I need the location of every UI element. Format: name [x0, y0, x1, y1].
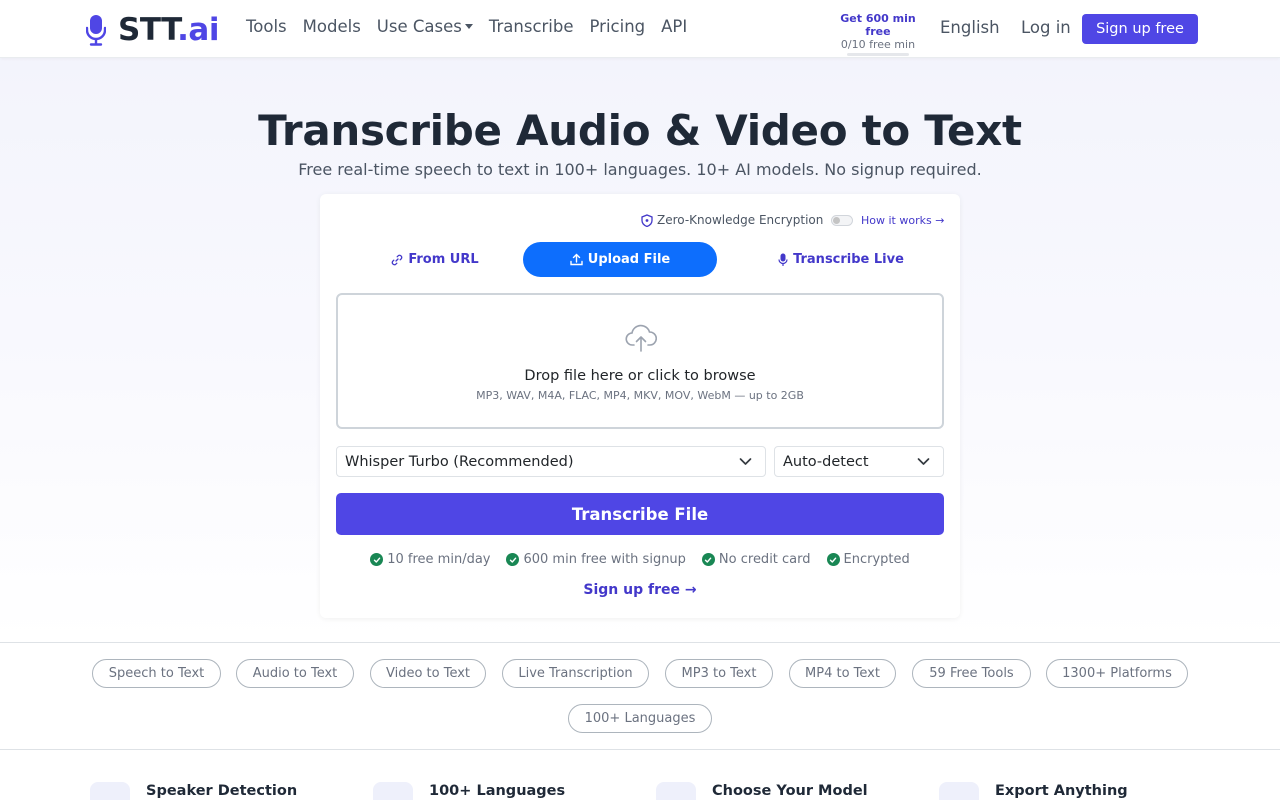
brand-name: STT.ai [118, 12, 219, 48]
feature-item: Encrypted [826, 552, 910, 567]
pill-live-transcription[interactable]: Live Transcription [502, 659, 649, 688]
cpu-icon [656, 782, 696, 800]
pill-free-tools[interactable]: 59 Free Tools [912, 659, 1031, 688]
file-drop-zone[interactable]: Drop file here or click to browse MP3, W… [336, 293, 944, 429]
signup-button[interactable]: Sign up free [1082, 14, 1198, 44]
nav-use-cases[interactable]: Use Cases [377, 17, 473, 36]
drop-zone-title: Drop file here or click to browse [524, 368, 756, 384]
feature-title: Export Anything [995, 783, 1128, 799]
nav-models[interactable]: Models [303, 17, 361, 36]
upload-icon [570, 253, 583, 266]
pill-speech-to-text[interactable]: Speech to Text [92, 659, 221, 688]
nav-transcribe[interactable]: Transcribe [489, 17, 574, 36]
main-nav: Tools Models Use Cases Transcribe Pricin… [246, 17, 703, 36]
feature-text: No credit card [718, 552, 811, 567]
pill-video-to-text[interactable]: Video to Text [370, 659, 486, 688]
encryption-setting: Zero-Knowledge Encryption [641, 213, 854, 227]
language-select[interactable]: Auto-detect [774, 446, 944, 477]
promo-usage: 0/10 free min [840, 38, 916, 51]
check-circle-icon [701, 553, 715, 566]
feature-checklist: 10 free min/day 600 min free with signup… [320, 552, 960, 567]
transcribe-file-button[interactable]: Transcribe File [336, 493, 944, 535]
login-link[interactable]: Log in [1021, 18, 1071, 37]
pill-mp3-to-text[interactable]: MP3 to Text [665, 659, 773, 688]
tab-upload-file[interactable]: Upload File [523, 242, 717, 277]
feature-title: 100+ Languages [429, 783, 566, 799]
microphone-icon [86, 15, 106, 46]
pill-audio-to-text[interactable]: Audio to Text [236, 659, 354, 688]
page-title: Transcribe Audio & Video to Text [258, 106, 1022, 155]
supported-formats: MP3, WAV, M4A, FLAC, MP4, MKV, MOV, WebM… [476, 389, 804, 402]
nav-tools[interactable]: Tools [246, 17, 287, 36]
tab-transcribe-live[interactable]: Transcribe Live [750, 242, 932, 277]
encryption-label: Zero-Knowledge Encryption [657, 213, 824, 227]
nav-api[interactable]: API [661, 17, 687, 36]
pill-languages[interactable]: 100+ Languages [568, 704, 712, 733]
feature-text: 600 min free with signup [523, 552, 686, 567]
link-icon [392, 254, 403, 265]
feature-item: 600 min free with signup [506, 552, 686, 567]
tab-transcribe-live-label: Transcribe Live [793, 252, 904, 267]
microphone-icon [778, 253, 788, 266]
signup-free-link[interactable]: Sign up free → [320, 582, 960, 598]
pill-platforms[interactable]: 1300+ Platforms [1046, 659, 1188, 688]
feature-title: Speaker Detection [146, 783, 298, 799]
check-circle-icon [370, 553, 384, 566]
pill-mp4-to-text[interactable]: MP4 to Text [789, 659, 896, 688]
feature-item: 10 free min/day [370, 552, 490, 567]
shield-icon [641, 213, 653, 227]
feature-item: No credit card [701, 552, 811, 567]
file-export-icon [939, 782, 979, 800]
encryption-toggle[interactable] [831, 214, 854, 226]
globe-icon [373, 782, 413, 800]
language-switcher[interactable]: English [940, 18, 1000, 37]
transcribe-card: Zero-Knowledge Encryption How it works →… [320, 194, 960, 618]
model-select-value: Whisper Turbo (Recommended) [345, 453, 574, 470]
tab-from-url[interactable]: From URL [350, 242, 520, 277]
chevron-down-icon [739, 458, 752, 465]
check-circle-icon [506, 553, 520, 566]
feature-text: 10 free min/day [387, 552, 491, 567]
users-icon [90, 782, 130, 800]
model-select[interactable]: Whisper Turbo (Recommended) [336, 446, 766, 477]
page-subtitle: Free real-time speech to text in 100+ la… [298, 160, 982, 179]
source-tabs: From URL Upload File Transcribe Live [320, 242, 960, 278]
nav-pricing[interactable]: Pricing [590, 17, 646, 36]
cloud-upload-icon [625, 324, 657, 352]
how-it-works-link[interactable]: How it works → [861, 214, 944, 227]
feature-title: Choose Your Model [712, 783, 868, 799]
tool-links-band: Speech to Text Audio to Text Video to Te… [0, 642, 1280, 750]
usage-progress-bar [847, 53, 909, 56]
feature-text: Encrypted [843, 552, 910, 567]
tab-upload-file-label: Upload File [587, 252, 671, 267]
nav-use-cases-label: Use Cases [376, 17, 462, 36]
tab-from-url-label: From URL [408, 252, 479, 267]
brand-logo[interactable]: STT.ai [86, 12, 219, 48]
language-select-value: Auto-detect [783, 453, 869, 470]
check-circle-icon [826, 553, 840, 566]
promo-title: Get 600 min free [840, 12, 916, 38]
site-header: STT.ai Tools Models Use Cases Transcribe… [0, 0, 1280, 58]
chevron-down-icon [917, 458, 930, 465]
free-minutes-promo[interactable]: Get 600 min free 0/10 free min [826, 12, 930, 56]
caret-down-icon [464, 24, 473, 29]
